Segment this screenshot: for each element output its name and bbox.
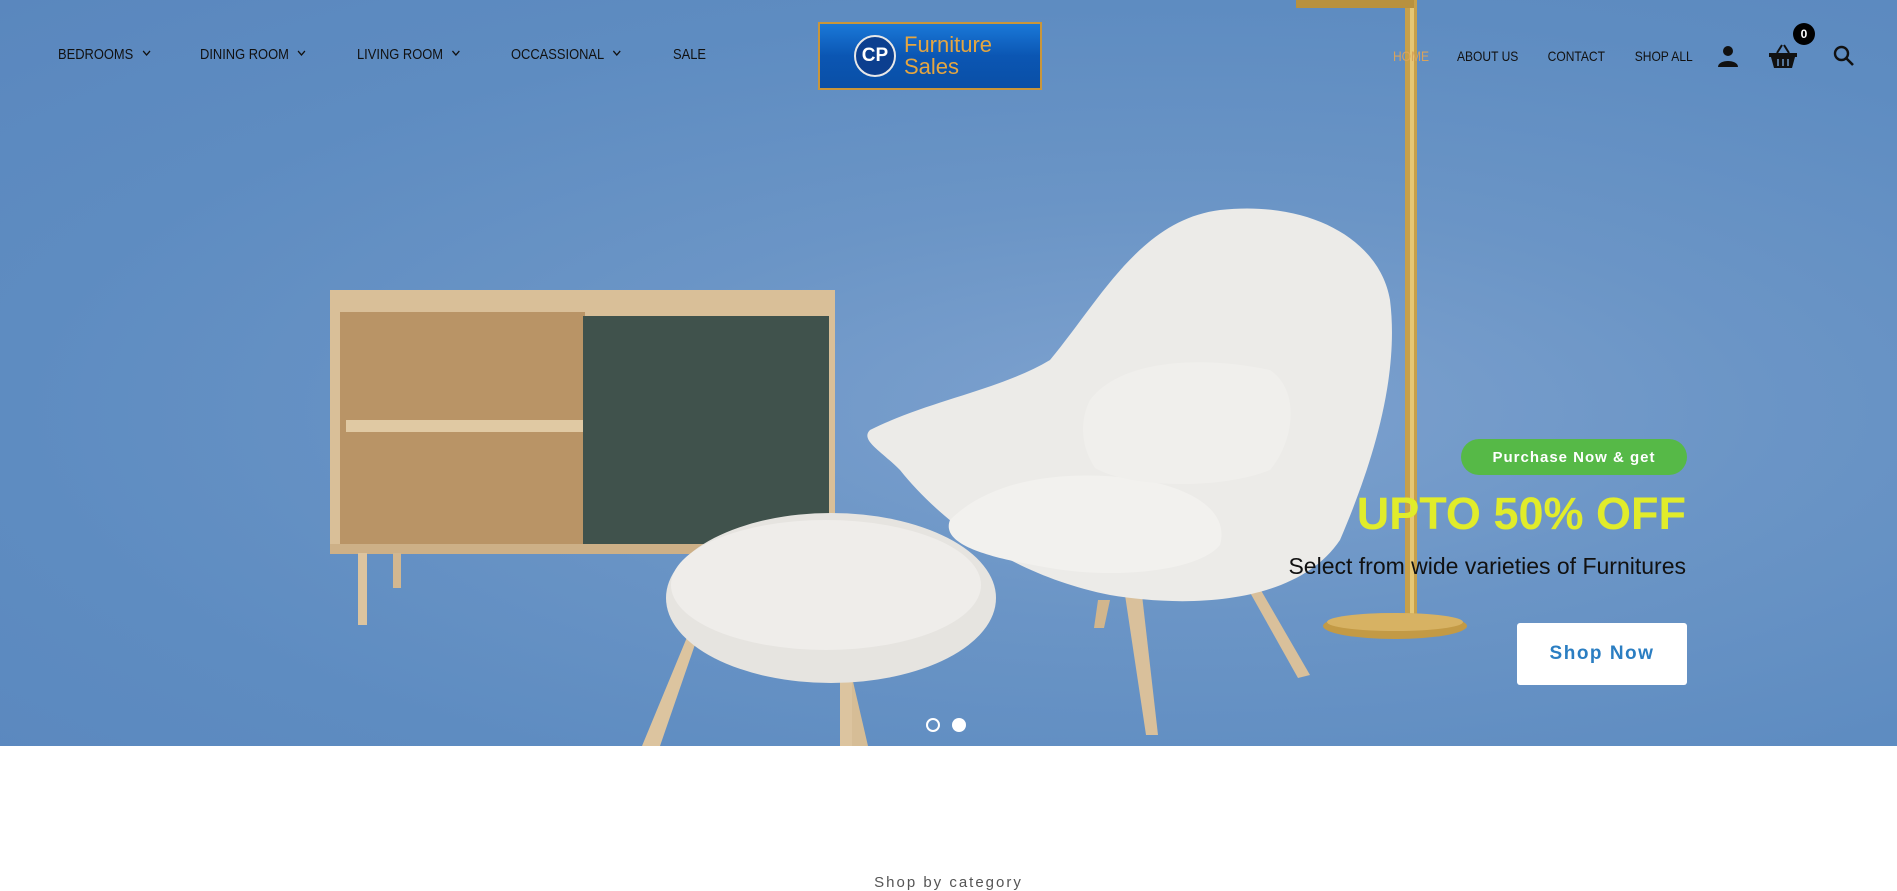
nav-bedrooms-label: BEDROOMS — [58, 46, 134, 63]
logo-text: Furniture Sales — [904, 34, 992, 78]
user-icon[interactable] — [1716, 44, 1740, 73]
logo-line2: Sales — [904, 54, 960, 79]
nav-contact[interactable]: CONTACT — [1548, 48, 1605, 64]
nav-bedrooms[interactable]: BEDROOMS — [58, 46, 151, 63]
chevron-down-icon — [142, 49, 151, 60]
nav-sale-label: SALE — [673, 46, 707, 63]
nav-living-room-label: LIVING ROOM — [356, 46, 443, 63]
basket-icon[interactable] — [1768, 43, 1798, 74]
nav-sale[interactable]: SALE — [673, 46, 706, 63]
section-title: Shop by category — [874, 874, 1023, 891]
site-logo[interactable]: CP Furniture Sales — [818, 22, 1042, 90]
nav-occassional[interactable]: OCCASSIONAL — [511, 46, 621, 63]
chevron-down-icon — [297, 49, 306, 60]
nav-dining-room[interactable]: DINING ROOM — [200, 46, 306, 63]
cart-count-badge: 0 — [1793, 23, 1815, 45]
nav-dining-room-label: DINING ROOM — [199, 46, 289, 63]
promo-subtext: Select from wide varieties of Furnitures — [1288, 553, 1686, 579]
chevron-down-icon — [451, 49, 460, 60]
nav-about-us[interactable]: ABOUT US — [1457, 48, 1518, 64]
promo-pill: Purchase Now & get — [1461, 439, 1687, 475]
nav-shop-all[interactable]: SHOP ALL — [1634, 48, 1692, 64]
promo-headline: UPTO 50% OFF — [1356, 488, 1686, 539]
logo-line1: Furniture — [904, 32, 993, 57]
hero-banner: BEDROOMS DINING ROOM LIVING ROOM OCCASSI… — [0, 0, 1897, 746]
shop-now-button[interactable]: Shop Now — [1517, 623, 1687, 685]
logo-badge: CP — [854, 35, 896, 77]
slider-dots — [926, 718, 978, 732]
chevron-down-icon — [613, 49, 622, 60]
nav-home[interactable]: HOME — [1393, 48, 1429, 64]
slider-dot-2[interactable] — [952, 718, 966, 732]
nav-occassional-label: OCCASSIONAL — [510, 46, 605, 63]
slider-dot-1[interactable] — [926, 718, 940, 732]
primary-nav: BEDROOMS DINING ROOM LIVING ROOM OCCASSI… — [58, 46, 746, 63]
secondary-nav: HOME ABOUT US CONTACT SHOP ALL — [1370, 48, 1697, 64]
search-icon[interactable] — [1833, 45, 1855, 72]
logo-initials: CP — [861, 45, 889, 66]
nav-living-room[interactable]: LIVING ROOM — [357, 46, 460, 63]
